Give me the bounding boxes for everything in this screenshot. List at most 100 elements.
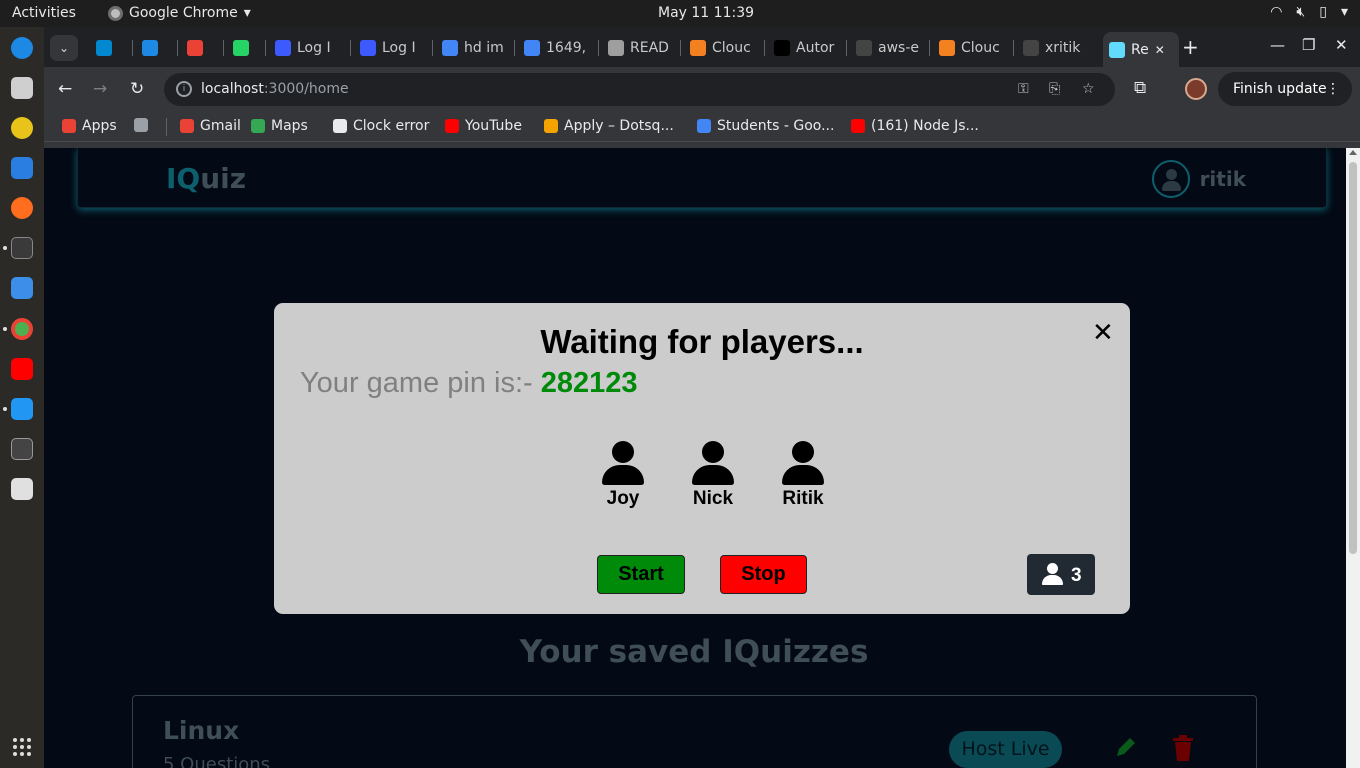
bookmark-favicon-icon [134, 118, 148, 132]
back-icon[interactable]: ← [58, 79, 72, 99]
stop-button[interactable]: Stop [720, 555, 807, 594]
tab-title: Autor [796, 40, 835, 56]
page-scrollbar[interactable] [1346, 148, 1360, 768]
bookmark-label: Maps [271, 118, 308, 134]
profile-avatar[interactable] [1185, 78, 1207, 100]
close-icon[interactable]: ✕ [1092, 318, 1114, 348]
bookmark-star-icon[interactable]: ☆ [1082, 81, 1095, 97]
dock-editor-icon[interactable] [11, 277, 33, 299]
browser-tab[interactable]: aws-e [856, 35, 926, 61]
bookmark-item[interactable] [134, 118, 154, 132]
bookmark-item[interactable]: (161) Node Js... [851, 118, 979, 134]
restore-icon[interactable]: ❐ [1302, 36, 1315, 54]
app-logo[interactable]: IQuiz [166, 162, 246, 195]
bookmark-item[interactable]: Apps [62, 118, 117, 134]
address-bar[interactable]: i localhost:3000/home ⚿ ⎘ ☆ [164, 73, 1115, 106]
browser-tab[interactable]: hd im [442, 35, 512, 61]
tab-favicon-icon [774, 40, 790, 56]
browser-tab[interactable]: Clouc [690, 35, 760, 61]
player-item: Joy [590, 441, 656, 510]
tab-title: Log I [297, 40, 331, 56]
new-tab-button[interactable]: + [1182, 35, 1199, 59]
bookmark-label: Gmail [200, 118, 241, 134]
bookmark-item[interactable]: YouTube [445, 118, 522, 134]
show-apps-icon[interactable] [13, 738, 31, 756]
browser-tab[interactable] [96, 35, 118, 61]
reload-icon[interactable]: ↻ [130, 79, 144, 99]
extensions-icon[interactable]: ⧉ [1134, 78, 1146, 98]
tab-favicon-icon [690, 40, 706, 56]
bookmark-favicon-icon [851, 119, 865, 133]
browser-tab[interactable]: Re ✕ [1103, 32, 1179, 67]
game-pin-label: Your game pin is:- [300, 367, 533, 399]
activities-button[interactable]: Activities [12, 5, 76, 21]
system-tray[interactable]: ◠ 🔇︎ ▯ ▾ [1270, 4, 1348, 20]
browser-tab[interactable]: Autor [774, 35, 844, 61]
host-live-button[interactable]: Host Live [949, 731, 1062, 768]
scroll-up-icon [1349, 150, 1357, 155]
start-button[interactable]: Start [597, 555, 685, 594]
browser-tab[interactable]: Clouc [939, 35, 1009, 61]
trash-icon[interactable] [1170, 734, 1196, 762]
pencil-icon[interactable] [1113, 734, 1139, 760]
finish-update-button[interactable]: Finish update ⋮ [1218, 72, 1352, 106]
minimize-icon[interactable]: — [1270, 36, 1285, 54]
system-top-bar: Activities Google Chrome ▾ May 11 11:39 … [0, 0, 1360, 27]
app-menu[interactable]: Google Chrome ▾ [108, 5, 251, 21]
url-text[interactable]: localhost:3000/home [201, 81, 349, 97]
dock-chrome-icon[interactable] [11, 318, 33, 340]
dock-calc-icon[interactable] [11, 478, 33, 500]
browser-tab[interactable]: Log I [360, 35, 430, 61]
browser-tab[interactable]: Log I [275, 35, 345, 61]
user-menu[interactable]: ritik [1151, 160, 1246, 198]
game-pin-value: 282123 [540, 367, 638, 399]
player-avatar-icon [691, 441, 735, 485]
dock-app-icon[interactable] [11, 37, 33, 59]
menu-dots-icon: ⋮ [1326, 81, 1340, 97]
tab-favicon-icon [856, 40, 872, 56]
player-count: 3 [1071, 565, 1082, 586]
password-key-icon[interactable]: ⚿ [1018, 81, 1029, 97]
dock-monitor-icon[interactable] [11, 438, 33, 460]
browser-tab[interactable]: 1649, [524, 35, 594, 61]
clock[interactable]: May 11 11:39 [658, 5, 754, 21]
tab-favicon-icon [233, 40, 249, 56]
install-app-icon[interactable]: ⎘ [1049, 81, 1060, 97]
dock-rhythmbox-icon[interactable] [11, 117, 33, 139]
close-window-icon[interactable]: ✕ [1335, 36, 1348, 54]
browser-tab[interactable] [142, 35, 164, 61]
bookmark-favicon-icon [333, 119, 347, 133]
close-tab-icon[interactable]: ✕ [1155, 43, 1165, 57]
tab-title: READ [630, 40, 669, 56]
dock-vscode-icon[interactable] [11, 398, 33, 420]
dock-youtube-icon[interactable] [11, 358, 33, 380]
bookmark-favicon-icon [180, 119, 194, 133]
player-item: Ritik [770, 441, 836, 510]
bookmark-item[interactable]: Maps [251, 118, 308, 134]
dock-terminal-icon[interactable] [11, 237, 33, 259]
bookmark-item[interactable]: Gmail [180, 118, 241, 134]
dock-firefox-icon[interactable] [11, 197, 33, 219]
site-info-icon[interactable]: i [176, 81, 192, 97]
browser-tab[interactable]: READ [608, 35, 678, 61]
player-avatar-icon [781, 441, 825, 485]
tab-title: xritik [1045, 40, 1081, 56]
tab-favicon-icon [187, 40, 203, 56]
browser-tab[interactable]: xritik [1023, 35, 1093, 61]
browser-tab[interactable] [187, 35, 209, 61]
tab-title: hd im [464, 40, 504, 56]
tab-title: aws-e [878, 40, 919, 56]
bookmark-favicon-icon [445, 119, 459, 133]
bookmark-item[interactable]: Apply – Dotsq... [544, 118, 674, 134]
dock-writer-icon[interactable] [11, 157, 33, 179]
bookmark-label: Apps [82, 118, 117, 134]
bookmark-item[interactable]: Clock error [333, 118, 429, 134]
bookmark-item[interactable]: Students - Goo... [697, 118, 834, 134]
tab-favicon-icon [142, 40, 158, 56]
forward-icon[interactable]: → [93, 79, 107, 99]
tab-title: 1649, [546, 40, 587, 56]
tab-search-button[interactable]: ⌄ [50, 35, 78, 61]
browser-tab[interactable] [233, 35, 255, 61]
tab-title: Clouc [961, 40, 1000, 56]
dock-files-icon[interactable] [11, 77, 33, 99]
